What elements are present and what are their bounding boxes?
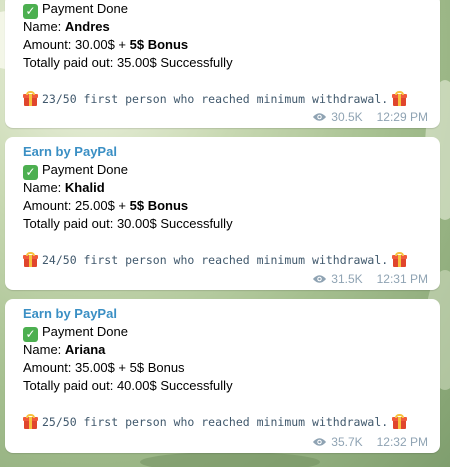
amount-line: Amount: 30.00$ + 5$ Bonus <box>23 36 440 54</box>
check-mark-icon: ✓ <box>23 327 38 342</box>
bonus-value: 5$ Bonus <box>129 198 189 213</box>
amount-line: Amount: 35.00$ + 5$ Bonus <box>23 359 440 377</box>
amount-label: Amount: <box>23 37 72 52</box>
amount-label: Amount: <box>23 360 72 375</box>
eye-icon <box>313 275 327 283</box>
message-meta: 30.5K 12:29 PM <box>312 110 428 124</box>
check-mark-icon: ✓ <box>23 4 38 19</box>
eye-icon <box>313 113 327 121</box>
gift-icon <box>23 414 38 429</box>
view-count: 35.7K <box>331 435 363 449</box>
note-text: 24/50 first person who reached minimum w… <box>42 253 389 267</box>
name-line: Name: Khalid <box>23 179 440 197</box>
status-line: ✓ Payment Done <box>23 323 440 342</box>
status-text: Payment Done <box>42 162 128 177</box>
bonus-value: 5$ Bonus <box>129 37 189 52</box>
view-count: 30.5K <box>331 110 363 124</box>
view-count: 31.5K <box>331 272 363 286</box>
milestone-note: 25/50 first person who reached minimum w… <box>23 413 440 431</box>
payee-name: Khalid <box>64 180 105 195</box>
message-meta: 31.5K 12:31 PM <box>312 272 428 286</box>
gift-icon <box>23 91 38 106</box>
message-time: 12:29 PM <box>376 110 428 124</box>
payee-name: Ariana <box>64 342 106 357</box>
payee-name: Andres <box>64 19 110 34</box>
amount-value: 35.00$ + 5$ Bonus <box>75 360 185 375</box>
eye-icon <box>313 438 327 446</box>
milestone-note: 23/50 first person who reached minimum w… <box>23 90 440 108</box>
message-meta: 35.7K 12:32 PM <box>312 435 428 449</box>
status-text: Payment Done <box>42 1 128 16</box>
note-text: 25/50 first person who reached minimum w… <box>42 415 389 429</box>
status-line: ✓ Payment Done <box>23 0 440 19</box>
note-text: 23/50 first person who reached minimum w… <box>42 92 389 106</box>
milestone-note: 24/50 first person who reached minimum w… <box>23 251 440 269</box>
message-bubble[interactable]: Earn by PayPal ✓ Payment Done Name: Khali… <box>5 137 440 290</box>
paid-line: Totally paid out: 35.00$ Successfully <box>23 55 233 70</box>
paid-line: Totally paid out: 30.00$ Successfully <box>23 216 233 231</box>
sender-name[interactable]: Earn by PayPal <box>23 143 440 161</box>
amount-line: Amount: 25.00$ + 5$ Bonus <box>23 197 440 215</box>
gift-icon <box>392 252 408 267</box>
sender-name[interactable]: Earn by PayPal <box>23 305 440 323</box>
name-line: Name: Ariana <box>23 341 440 359</box>
message-bubble[interactable]: ✓ Payment Done Name: Andres Amount: 30.00… <box>5 0 440 128</box>
name-label: Name: <box>23 180 62 195</box>
message-time: 12:32 PM <box>376 435 428 449</box>
gift-icon <box>392 414 408 429</box>
amount-value: 30.00$ + <box>75 37 127 52</box>
status-line: ✓ Payment Done <box>23 161 440 180</box>
name-line: Name: Andres <box>23 18 440 36</box>
paid-line: Totally paid out: 40.00$ Successfully <box>23 378 233 393</box>
message-time: 12:31 PM <box>376 272 428 286</box>
check-mark-icon: ✓ <box>23 165 38 180</box>
amount-label: Amount: <box>23 198 72 213</box>
gift-icon <box>392 91 408 106</box>
name-label: Name: <box>23 342 62 357</box>
name-label: Name: <box>23 19 62 34</box>
status-text: Payment Done <box>42 324 128 339</box>
gift-icon <box>23 252 38 267</box>
message-bubble[interactable]: Earn by PayPal ✓ Payment Done Name: Arian… <box>5 299 440 453</box>
amount-value: 25.00$ + <box>75 198 127 213</box>
